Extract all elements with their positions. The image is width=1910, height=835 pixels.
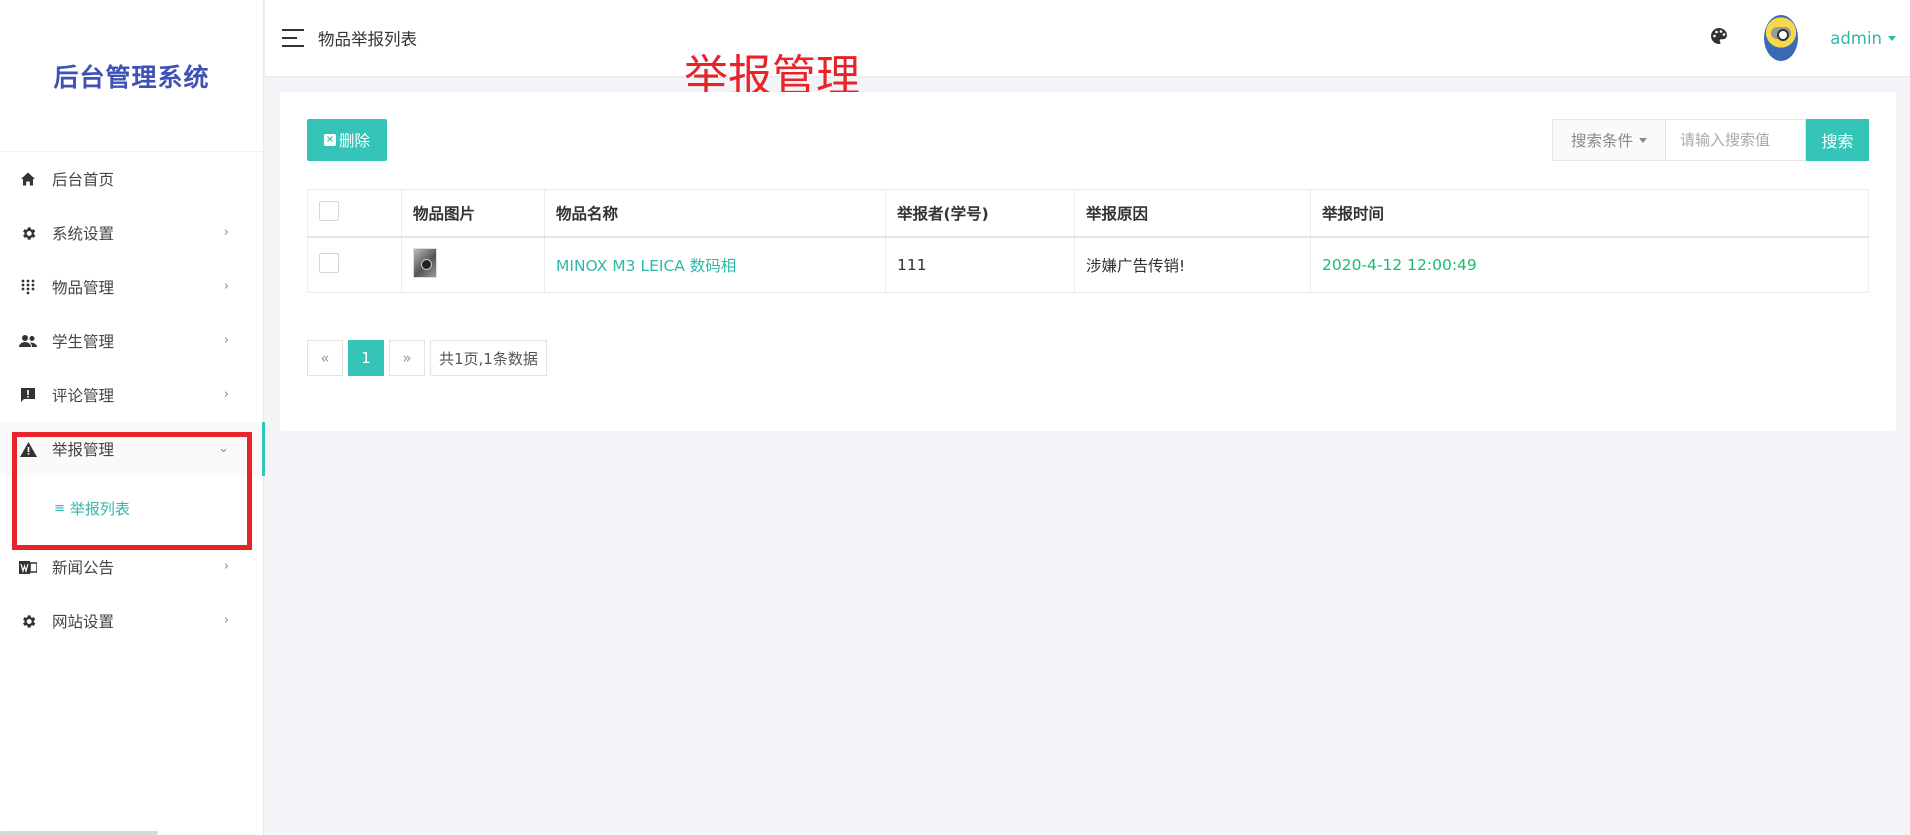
news-icon: [18, 557, 38, 577]
palette-icon[interactable]: [1710, 27, 1728, 49]
select-all-checkbox[interactable]: [319, 200, 339, 221]
search-button[interactable]: 搜索: [1806, 119, 1869, 161]
item-name-cell: MINOX M3 LEICA 数码相: [544, 236, 886, 293]
username: admin: [1830, 28, 1882, 48]
page-button-current[interactable]: 1: [348, 340, 384, 376]
home-icon: [18, 169, 38, 189]
column-header-name: 物品名称: [544, 189, 886, 238]
column-header-reason: 举报原因: [1074, 189, 1311, 238]
comment-alert-icon: [18, 385, 38, 405]
gear-icon: [18, 223, 38, 243]
people-icon: [18, 331, 38, 351]
annotation-highlight-box: [12, 432, 252, 550]
chevron-right-icon: ›: [223, 225, 229, 240]
topbar: 物品举报列表 admin: [265, 0, 1910, 76]
sidebar-item-site-settings[interactable]: 网站设置 ›: [0, 594, 263, 648]
reason-cell: 涉嫌广告传销!: [1074, 236, 1311, 293]
chevron-right-icon: ›: [223, 279, 229, 294]
chevron-right-icon: ›: [223, 559, 229, 574]
sidebar-item-label: 物品管理: [52, 279, 115, 297]
time-cell: 2020-4-12 12:00:49: [1310, 236, 1869, 293]
sidebar-scrollbar[interactable]: [0, 831, 158, 835]
sidebar-item-student-management[interactable]: 学生管理 ›: [0, 314, 263, 368]
column-header-time: 举报时间: [1310, 189, 1869, 238]
item-name-link[interactable]: MINOX M3 LEICA 数码相: [556, 257, 736, 275]
reporter-cell: 111: [885, 236, 1075, 293]
next-page-button[interactable]: »: [389, 340, 425, 376]
search-condition-select[interactable]: 搜索条件: [1552, 119, 1665, 161]
chevron-right-icon: ›: [223, 613, 229, 628]
chevron-right-icon: ›: [223, 333, 229, 348]
caret-down-icon: [1639, 137, 1647, 143]
search-group: 搜索条件 搜索: [1552, 119, 1869, 161]
prev-page-button[interactable]: «: [307, 340, 343, 376]
sidebar: 后台管理系统 后台首页 系统设置 › 物品管理 › 学生管理 › 评论管理 › …: [0, 0, 265, 835]
search-input[interactable]: [1665, 119, 1806, 161]
active-indicator: [262, 422, 265, 476]
sidebar-item-home[interactable]: 后台首页: [0, 152, 263, 206]
sidebar-item-label: 网站设置: [52, 613, 115, 631]
sidebar-item-label: 新闻公告: [52, 559, 115, 577]
column-header-reporter: 举报者(学号): [885, 189, 1075, 238]
pagination-info: 共1页,1条数据: [430, 340, 547, 376]
sidebar-item-label: 学生管理: [52, 333, 115, 351]
close-square-icon: ×: [323, 134, 336, 146]
select-all-cell: [307, 189, 402, 238]
pagination: « 1 » 共1页,1条数据: [307, 340, 552, 376]
app-logo: 后台管理系统: [53, 62, 210, 92]
report-table: 物品图片 物品名称 举报者(学号) 举报原因 举报时间 MINOX M3 LEI…: [307, 189, 1869, 293]
delete-button[interactable]: × 删除: [307, 119, 387, 161]
logo-area: 后台管理系统: [0, 0, 263, 152]
gear-icon: [18, 611, 38, 631]
chevron-right-icon: ›: [223, 387, 229, 402]
page-tab[interactable]: 物品举报列表: [318, 26, 417, 50]
user-menu[interactable]: admin: [1830, 29, 1896, 48]
sidebar-item-label: 后台首页: [52, 171, 115, 189]
sidebar-item-label: 系统设置: [52, 225, 115, 243]
sidebar-menu: 后台首页 系统设置 › 物品管理 › 学生管理 › 评论管理 › 举报管理 ⌄ …: [0, 152, 265, 648]
table-row: MINOX M3 LEICA 数码相 111 涉嫌广告传销! 2020-4-12…: [307, 236, 1869, 293]
topbar-right: admin: [1710, 0, 1910, 76]
sidebar-item-label: 评论管理: [52, 387, 115, 405]
column-header-image: 物品图片: [401, 189, 545, 238]
table-header-row: 物品图片 物品名称 举报者(学号) 举报原因 举报时间: [307, 189, 1869, 238]
content-card: × 删除 搜索条件 搜索 物品图片 物品名称 举报者(学号) 举报原因 举报时间: [280, 92, 1896, 431]
delete-label: 删除: [338, 132, 370, 150]
item-thumbnail[interactable]: [413, 247, 437, 278]
avatar[interactable]: [1764, 15, 1799, 61]
sidebar-item-item-management[interactable]: 物品管理 ›: [0, 260, 263, 314]
sidebar-item-system-settings[interactable]: 系统设置 ›: [0, 206, 263, 260]
row-select-cell: [307, 236, 402, 293]
item-image-cell: [401, 236, 545, 293]
grid-dots-icon: [18, 277, 38, 297]
row-checkbox[interactable]: [319, 252, 339, 273]
search-condition-label: 搜索条件: [1570, 132, 1633, 150]
caret-down-icon: [1888, 35, 1896, 41]
menu-toggle-icon[interactable]: [282, 29, 304, 47]
sidebar-item-comment-management[interactable]: 评论管理 ›: [0, 368, 263, 422]
report-time: 2020-4-12 12:00:49: [1322, 255, 1477, 274]
